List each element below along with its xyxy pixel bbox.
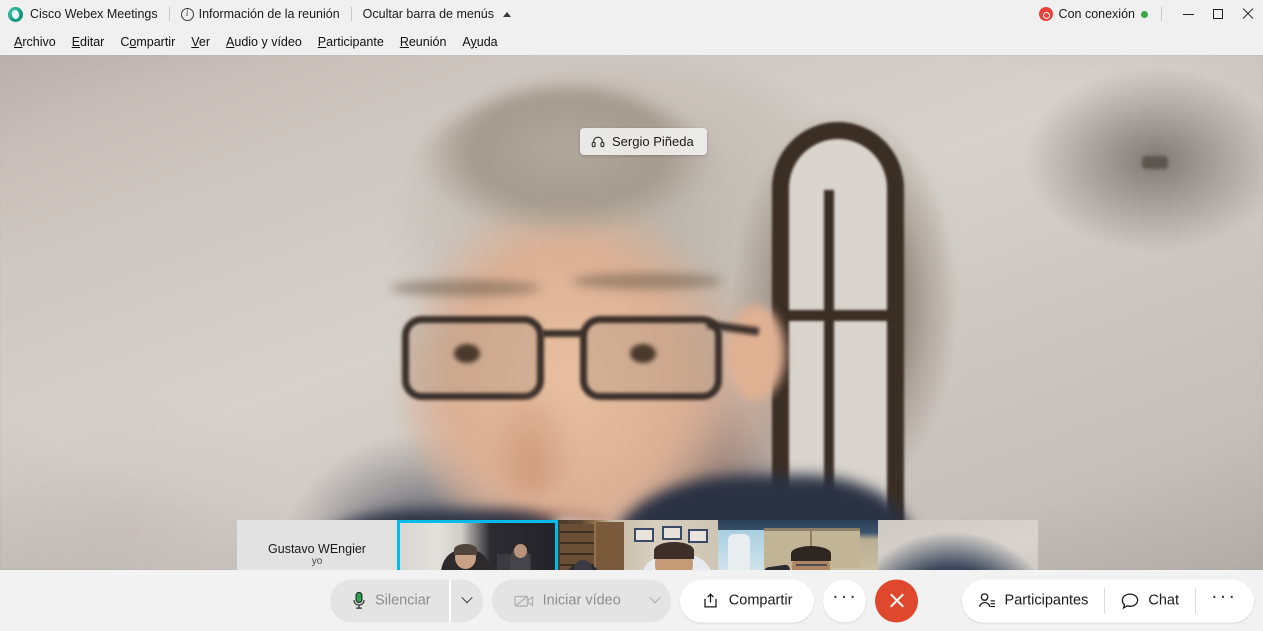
app-title: Cisco Webex Meetings bbox=[30, 7, 158, 21]
chevron-down-icon bbox=[460, 592, 473, 604]
library-frame-1 bbox=[634, 528, 654, 542]
start-video-button-group[interactable]: Iniciar vídeo bbox=[491, 579, 671, 622]
title-divider-2 bbox=[350, 7, 352, 21]
close-icon bbox=[1242, 8, 1254, 20]
menu-compartir[interactable]: Compartir bbox=[112, 32, 183, 52]
chat-bubble-icon bbox=[1122, 592, 1139, 609]
participants-button-label: Participantes bbox=[1004, 592, 1089, 609]
filmstrip-tile-sergio-pineda[interactable]: Sergio Piñeda bbox=[878, 520, 1038, 570]
connection-status-label: Con conexión bbox=[1058, 7, 1135, 21]
start-video-button[interactable]: Iniciar vídeo bbox=[492, 579, 639, 622]
video-options-button[interactable] bbox=[639, 579, 671, 622]
title-divider-3 bbox=[1161, 7, 1162, 21]
mute-button[interactable]: Silenciar bbox=[330, 579, 449, 622]
minimize-button[interactable] bbox=[1173, 0, 1203, 28]
webex-logo-icon bbox=[8, 6, 23, 22]
recording-dot-icon bbox=[1038, 7, 1053, 21]
active-speaker-name: Sergio Piñeda bbox=[612, 134, 694, 149]
hide-menubar-button[interactable]: Ocultar barra de menús bbox=[363, 7, 511, 21]
menu-editar-rest: ditar bbox=[80, 34, 105, 49]
active-speaker-badge: Sergio Piñeda bbox=[580, 128, 707, 155]
title-bar: Cisco Webex Meetings Información de la r… bbox=[0, 0, 1263, 28]
menu-ver-rest: er bbox=[198, 34, 211, 49]
end-meeting-button[interactable] bbox=[875, 579, 919, 622]
menu-reunion[interactable]: Reunión bbox=[392, 32, 455, 52]
meeting-info-button[interactable]: Información de la reunión bbox=[180, 7, 340, 21]
menu-archivo[interactable]: Archivo bbox=[6, 32, 64, 52]
filmstrip-tile-frivarola[interactable]: frivarola bbox=[718, 520, 878, 570]
menu-ver[interactable]: Ver bbox=[183, 32, 218, 52]
menu-bar: Archivo Editar Compartir Ver Audio y víd… bbox=[0, 28, 1263, 55]
mute-button-label: Silenciar bbox=[375, 592, 431, 609]
right-more-options-button[interactable]: ··· bbox=[1196, 579, 1254, 622]
meeting-info-label: Información de la reunión bbox=[198, 7, 340, 21]
connection-status: Con conexión bbox=[1038, 7, 1150, 21]
menu-participante-rest: articipante bbox=[326, 34, 384, 49]
tile-video-library bbox=[558, 520, 718, 570]
toolbar-center-group: Silenciar Iniciar vídeo Compartir ··· bbox=[330, 579, 919, 622]
main-video-stage[interactable]: Sergio Piñeda Gustavo WEngier yo bbox=[0, 55, 1263, 570]
info-circle-icon bbox=[180, 7, 194, 21]
maximize-icon bbox=[1213, 9, 1223, 19]
more-options-button[interactable]: ··· bbox=[823, 579, 867, 622]
title-divider-1 bbox=[168, 7, 170, 21]
menu-editar[interactable]: Editar bbox=[64, 32, 113, 52]
more-horizontal-icon: ··· bbox=[1211, 585, 1237, 607]
more-horizontal-icon: ··· bbox=[831, 585, 858, 607]
mute-button-group[interactable]: Silenciar bbox=[330, 579, 483, 622]
clinic-person-hair bbox=[791, 546, 831, 561]
share-button[interactable]: Compartir bbox=[679, 579, 815, 622]
close-window-button[interactable] bbox=[1233, 0, 1263, 28]
minimize-icon bbox=[1182, 13, 1194, 15]
tile-video-office bbox=[397, 520, 558, 570]
participant-filmstrip: Gustavo WEngier yo bbox=[237, 520, 1038, 570]
tile-video-sergio bbox=[878, 520, 1038, 570]
participants-button[interactable]: Participantes bbox=[962, 579, 1105, 622]
headset-icon bbox=[591, 136, 605, 147]
menu-audio-video-rest: udio y vídeo bbox=[234, 34, 302, 49]
chevron-down-icon bbox=[649, 592, 661, 604]
filmstrip-tile-self[interactable]: Gustavo WEngier yo bbox=[237, 520, 397, 570]
menu-ayuda[interactable]: Ayuda bbox=[454, 32, 505, 52]
share-button-label: Compartir bbox=[728, 592, 793, 609]
library-door bbox=[596, 522, 624, 570]
hide-menubar-label: Ocultar barra de menús bbox=[362, 7, 494, 21]
chevron-up-icon bbox=[502, 11, 511, 17]
participants-icon bbox=[978, 593, 995, 608]
end-call-x-icon bbox=[889, 593, 905, 609]
title-bar-right: Con conexión bbox=[1038, 0, 1263, 28]
self-tile-sublabel: yo bbox=[311, 555, 323, 567]
office-person-2-head bbox=[514, 544, 527, 558]
share-upload-icon bbox=[704, 592, 717, 608]
camera-off-icon bbox=[513, 595, 533, 607]
webex-meeting-window: Cisco Webex Meetings Información de la r… bbox=[0, 0, 1263, 631]
mute-options-button[interactable] bbox=[451, 579, 483, 622]
menu-archivo-rest: rchivo bbox=[22, 34, 56, 49]
office-person-1-hair bbox=[454, 544, 477, 555]
filmstrip-tile-1299646143[interactable]: 1299646143 bbox=[558, 520, 718, 570]
library-frame-3 bbox=[688, 529, 708, 543]
tile-video-clinic bbox=[718, 520, 878, 570]
library-main-hair bbox=[654, 542, 694, 559]
green-status-dot-icon bbox=[1141, 10, 1148, 18]
chat-button[interactable]: Chat bbox=[1105, 579, 1195, 622]
filmstrip-tile-organizer[interactable]: Of... (Organizador) bbox=[397, 520, 558, 570]
maximize-button[interactable] bbox=[1203, 0, 1233, 28]
self-tile-name: Gustavo WEngier bbox=[268, 541, 366, 556]
menu-reunion-rest: eunión bbox=[408, 34, 447, 49]
toolbar-right-group: Participantes Chat ··· bbox=[961, 579, 1254, 622]
chat-button-label: Chat bbox=[1148, 592, 1180, 609]
library-frame-2 bbox=[662, 526, 682, 540]
clinic-coat bbox=[728, 534, 750, 570]
start-video-button-label: Iniciar vídeo bbox=[542, 592, 621, 609]
microphone-icon bbox=[353, 591, 365, 609]
meeting-controls-toolbar: Silenciar Iniciar vídeo Compartir ··· Pa… bbox=[0, 570, 1263, 631]
title-bar-left: Cisco Webex Meetings bbox=[8, 6, 158, 22]
menu-ayuda-rest: uda bbox=[476, 34, 498, 49]
menu-participante[interactable]: Participante bbox=[310, 32, 392, 52]
menu-audio-video[interactable]: Audio y vídeo bbox=[218, 32, 310, 52]
menu-compartir-rest: mpartir bbox=[136, 34, 176, 49]
